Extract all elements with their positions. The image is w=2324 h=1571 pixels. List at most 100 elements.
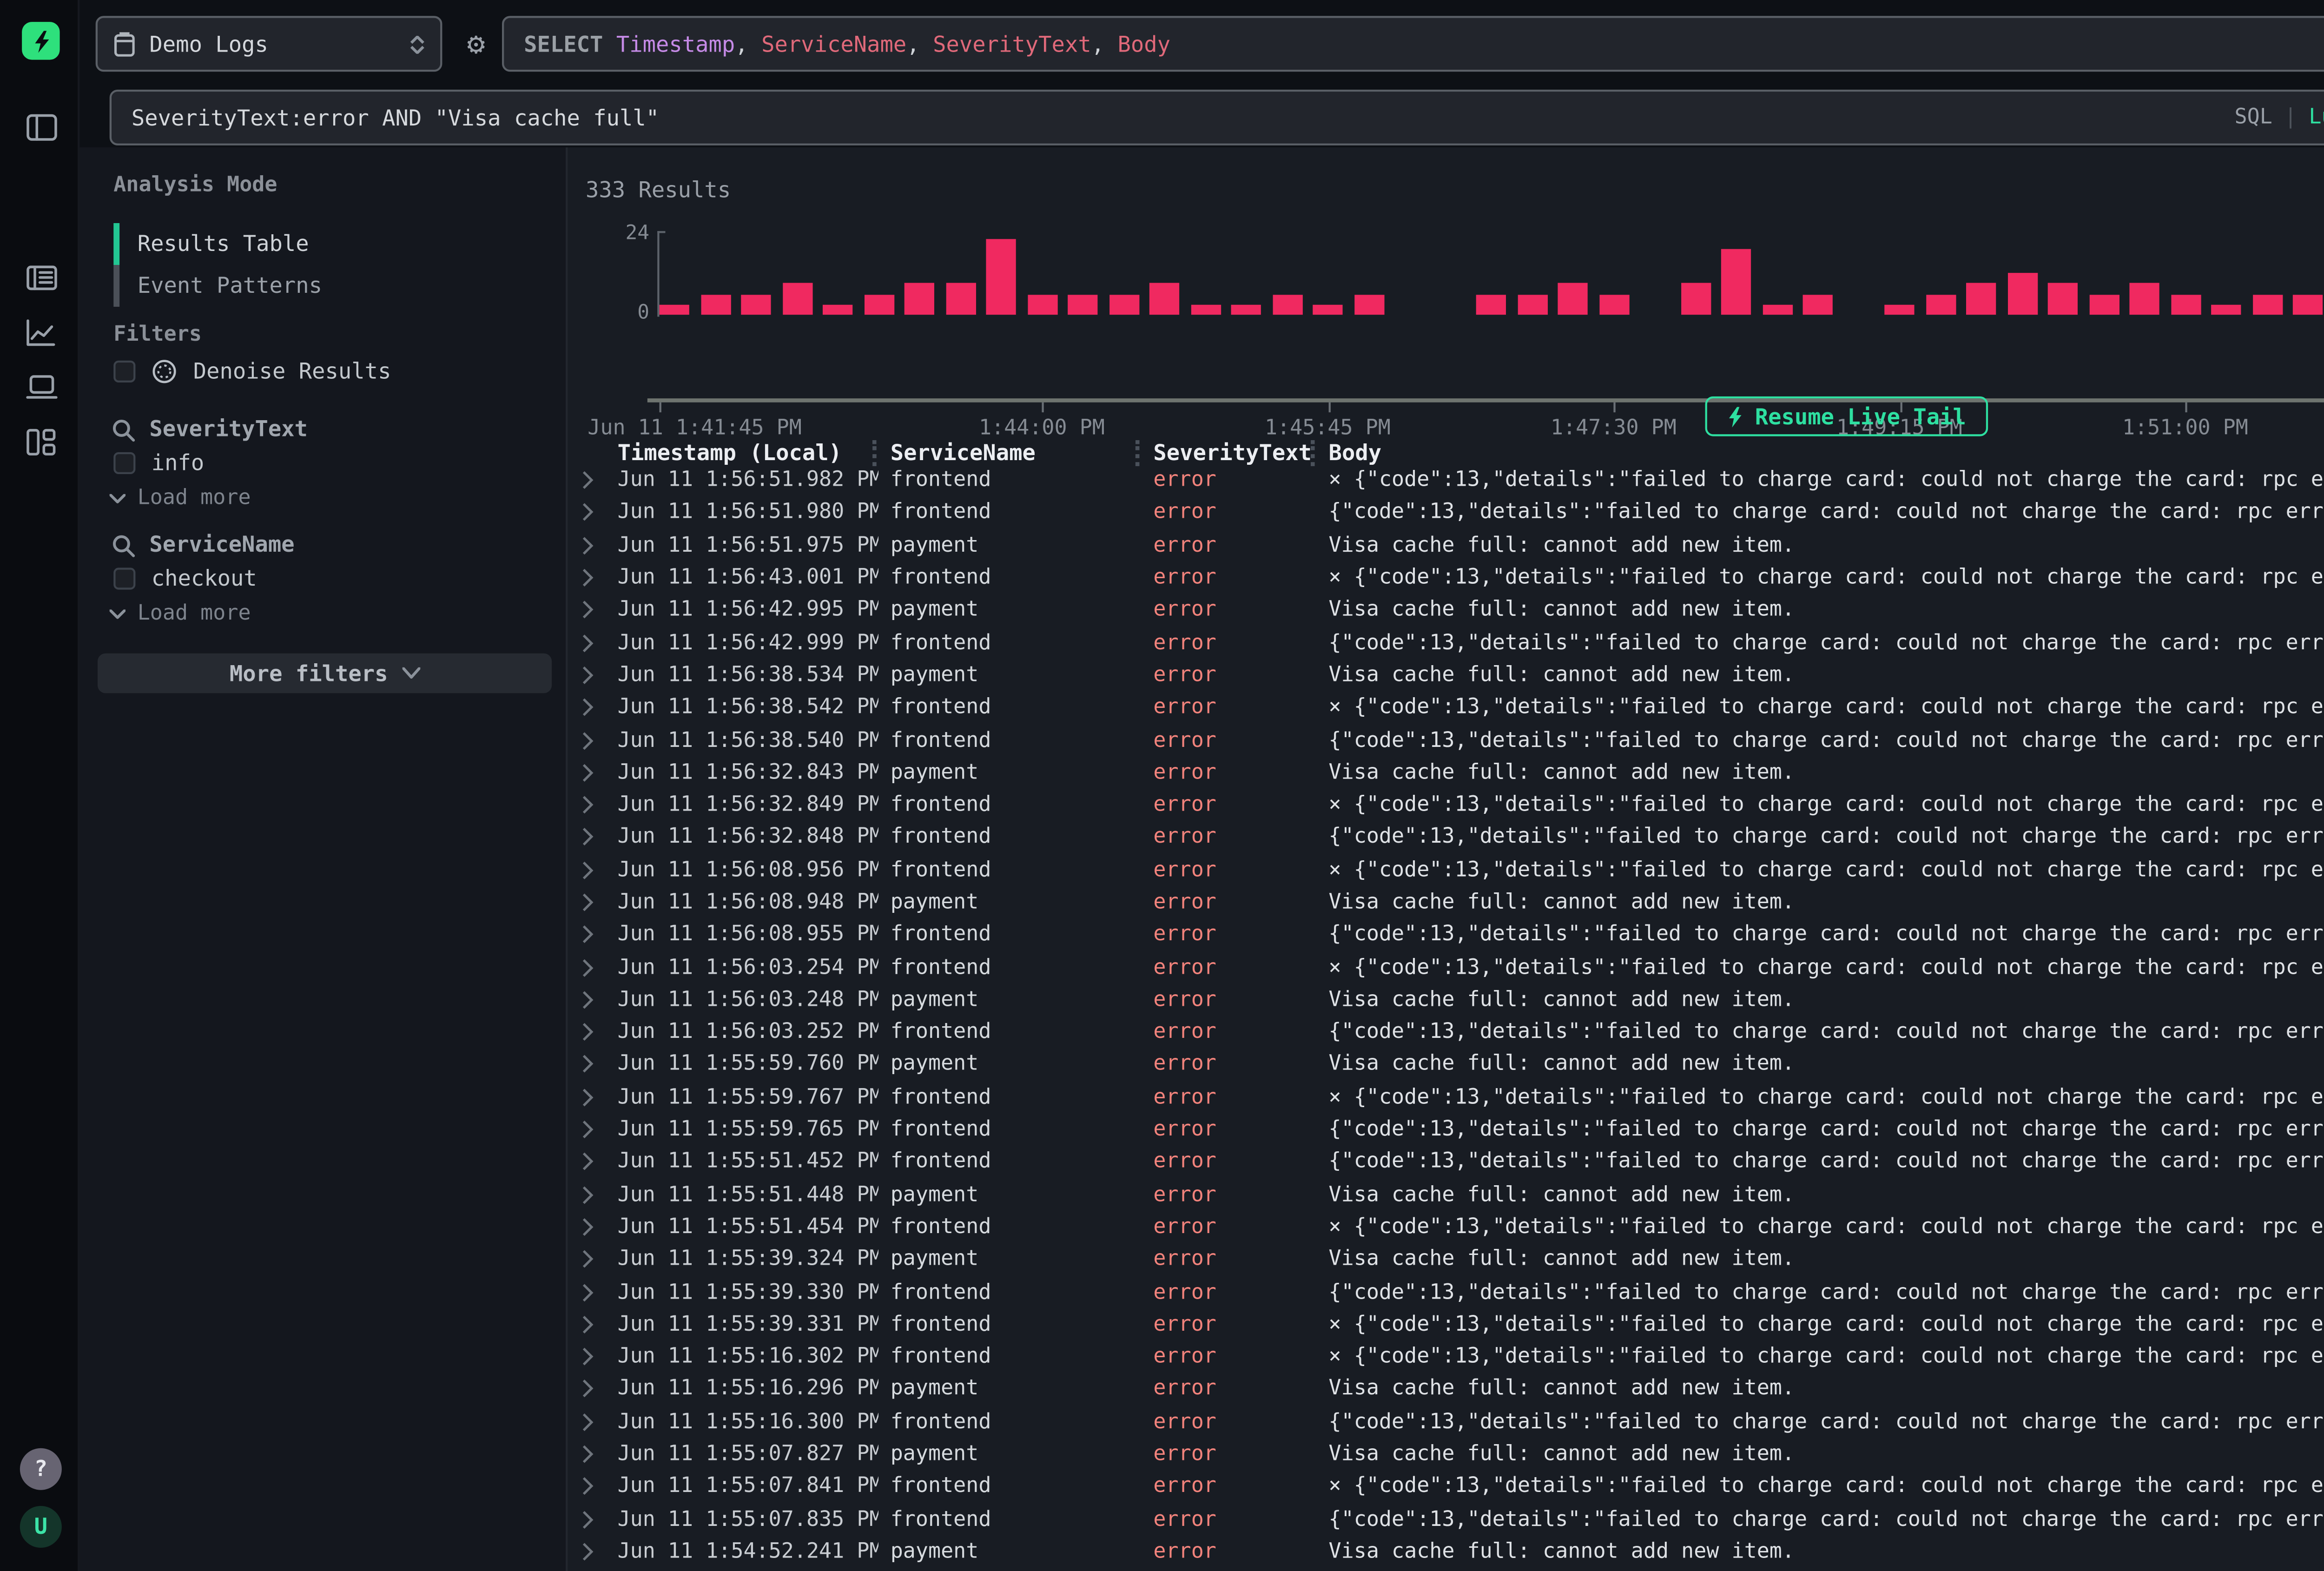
log-row[interactable]: Jun 11 1:55:07.841 PMfrontenderror× {"co… <box>581 1471 2324 1503</box>
lucene-mode-option[interactable]: Lucene <box>2309 106 2324 129</box>
gear-icon[interactable]: ⚙ <box>458 26 494 62</box>
help-button[interactable]: ? <box>20 1448 62 1490</box>
log-row[interactable]: Jun 11 1:54:52.241 PMpaymenterrorVisa ca… <box>581 1535 2324 1568</box>
row-expand-chevron-icon[interactable] <box>581 665 605 685</box>
row-expand-chevron-icon[interactable] <box>581 892 605 912</box>
row-expand-chevron-icon[interactable] <box>581 957 605 977</box>
filter-option-info[interactable]: info <box>113 450 204 476</box>
row-expand-chevron-icon[interactable] <box>581 1120 605 1140</box>
row-expand-chevron-icon[interactable] <box>581 860 605 880</box>
col-timestamp[interactable]: Timestamp (Local) <box>606 439 878 465</box>
log-row[interactable]: Jun 11 1:56:03.252 PMfrontenderror{"code… <box>581 1016 2324 1049</box>
col-servicename[interactable]: ServiceName <box>878 439 1142 465</box>
row-expand-chevron-icon[interactable] <box>581 1087 605 1107</box>
row-expand-chevron-icon[interactable] <box>581 1249 605 1269</box>
log-row[interactable]: Jun 11 1:56:51.982 PMfrontenderror× {"co… <box>581 464 2324 497</box>
row-expand-chevron-icon[interactable] <box>581 827 605 847</box>
select-query-input[interactable]: SELECT Timestamp, ServiceName, SeverityT… <box>502 16 2324 72</box>
log-row[interactable]: Jun 11 1:56:32.849 PMfrontenderror× {"co… <box>581 789 2324 821</box>
log-row[interactable]: Jun 11 1:56:38.534 PMpaymenterrorVisa ca… <box>581 659 2324 692</box>
log-row[interactable]: Jun 11 1:55:51.448 PMpaymenterrorVisa ca… <box>581 1178 2324 1211</box>
chart-icon[interactable] <box>24 315 58 349</box>
row-expand-chevron-icon[interactable] <box>581 795 605 815</box>
row-expand-chevron-icon[interactable] <box>581 990 605 1010</box>
log-row[interactable]: Jun 11 1:56:08.948 PMpaymenterrorVisa ca… <box>581 886 2324 919</box>
row-expand-chevron-icon[interactable] <box>581 633 605 653</box>
log-row[interactable]: Jun 11 1:55:59.760 PMpaymenterrorVisa ca… <box>581 1049 2324 1081</box>
row-expand-chevron-icon[interactable] <box>581 1022 605 1042</box>
col-severitytext[interactable]: SeverityText <box>1142 439 1317 465</box>
log-row[interactable]: Jun 11 1:56:08.955 PMfrontenderror{"code… <box>581 918 2324 951</box>
logs-icon[interactable] <box>24 261 58 295</box>
facet-severitytext[interactable]: SeverityText <box>112 416 308 442</box>
source-select[interactable]: Demo Logs <box>96 16 442 72</box>
sidebar-toggle-icon[interactable] <box>24 110 58 144</box>
row-expand-chevron-icon[interactable] <box>581 470 605 490</box>
row-expand-chevron-icon[interactable] <box>581 925 605 945</box>
row-expand-chevron-icon[interactable] <box>581 600 605 620</box>
log-row[interactable]: Jun 11 1:56:32.843 PMpaymenterrorVisa ca… <box>581 756 2324 789</box>
dashboard-icon[interactable] <box>24 424 58 458</box>
load-more-servicename[interactable]: Load more <box>110 601 251 625</box>
log-row[interactable]: Jun 11 1:55:07.835 PMfrontenderror{"code… <box>581 1503 2324 1536</box>
denoise-results-row[interactable]: Denoise Results <box>113 358 391 384</box>
row-expand-chevron-icon[interactable] <box>581 1314 605 1334</box>
row-expand-chevron-icon[interactable] <box>581 1509 605 1529</box>
log-row[interactable]: Jun 11 1:56:03.254 PMfrontenderror× {"co… <box>581 951 2324 984</box>
filter-option-checkout[interactable]: checkout <box>113 566 257 592</box>
log-row[interactable]: Jun 11 1:56:03.248 PMpaymenterrorVisa ca… <box>581 984 2324 1016</box>
row-expand-chevron-icon[interactable] <box>581 1542 605 1562</box>
user-avatar[interactable]: U <box>20 1506 62 1548</box>
row-expand-chevron-icon[interactable] <box>581 568 605 588</box>
sql-mode-option[interactable]: SQL <box>2235 106 2272 129</box>
log-row[interactable]: Jun 11 1:56:32.848 PMfrontenderror{"code… <box>581 821 2324 854</box>
language-toggle[interactable]: SQL | Lucene <box>2235 106 2324 129</box>
row-expand-chevron-icon[interactable] <box>581 1217 605 1237</box>
log-row[interactable]: Jun 11 1:55:59.767 PMfrontenderror× {"co… <box>581 1081 2324 1114</box>
info-checkbox[interactable] <box>113 452 135 474</box>
log-row[interactable]: Jun 11 1:56:38.542 PMfrontenderror× {"co… <box>581 691 2324 724</box>
log-row[interactable]: Jun 11 1:55:39.324 PMpaymenterrorVisa ca… <box>581 1243 2324 1276</box>
mode-event-patterns[interactable]: Event Patterns <box>113 265 532 307</box>
log-row[interactable]: Jun 11 1:55:39.331 PMfrontenderror× {"co… <box>581 1308 2324 1340</box>
more-filters-button[interactable]: More filters <box>98 653 552 693</box>
row-expand-chevron-icon[interactable] <box>581 1152 605 1172</box>
facet-servicename[interactable]: ServiceName <box>112 532 295 558</box>
row-expand-chevron-icon[interactable] <box>581 503 605 523</box>
load-more-severitytext[interactable]: Load more <box>110 486 251 510</box>
row-expand-chevron-icon[interactable] <box>581 1477 605 1497</box>
row-expand-chevron-icon[interactable] <box>581 1347 605 1367</box>
row-expand-chevron-icon[interactable] <box>581 698 605 718</box>
search-input[interactable]: SeverityText:error AND "Visa cache full"… <box>110 90 2324 145</box>
log-row[interactable]: Jun 11 1:55:39.330 PMfrontenderror{"code… <box>581 1276 2324 1308</box>
row-expand-chevron-icon[interactable] <box>581 1380 605 1399</box>
log-row[interactable]: Jun 11 1:56:43.001 PMfrontenderror× {"co… <box>581 561 2324 594</box>
app-logo[interactable] <box>22 22 59 59</box>
row-expand-chevron-icon[interactable] <box>581 1444 605 1464</box>
log-row[interactable]: Jun 11 1:55:51.454 PMfrontenderror× {"co… <box>581 1211 2324 1243</box>
log-row[interactable]: Jun 11 1:56:51.975 PMpaymenterrorVisa ca… <box>581 529 2324 561</box>
row-expand-chevron-icon[interactable] <box>581 763 605 783</box>
checkout-checkbox[interactable] <box>113 568 135 589</box>
row-expand-chevron-icon[interactable] <box>581 1412 605 1432</box>
log-row[interactable]: Jun 11 1:56:51.980 PMfrontenderror{"code… <box>581 496 2324 529</box>
row-expand-chevron-icon[interactable] <box>581 1282 605 1302</box>
log-row[interactable]: Jun 11 1:56:38.540 PMfrontenderror{"code… <box>581 724 2324 756</box>
row-expand-chevron-icon[interactable] <box>581 1055 605 1075</box>
row-expand-chevron-icon[interactable] <box>581 535 605 555</box>
mode-results-table[interactable]: Results Table <box>113 223 532 265</box>
log-row[interactable]: Jun 11 1:56:42.999 PMfrontenderror{"code… <box>581 627 2324 659</box>
log-row[interactable]: Jun 11 1:55:16.302 PMfrontenderror× {"co… <box>581 1340 2324 1373</box>
log-row[interactable]: Jun 11 1:55:16.300 PMfrontenderror{"code… <box>581 1406 2324 1438</box>
resume-live-tail-button[interactable]: Resume Live Tail <box>1705 396 1988 436</box>
col-body[interactable]: Body <box>1317 439 2324 465</box>
row-expand-chevron-icon[interactable] <box>581 1185 605 1205</box>
row-expand-chevron-icon[interactable] <box>581 730 605 750</box>
log-row[interactable]: Jun 11 1:55:51.452 PMfrontenderror{"code… <box>581 1146 2324 1178</box>
log-row[interactable]: Jun 11 1:55:16.296 PMpaymenterrorVisa ca… <box>581 1373 2324 1406</box>
log-row[interactable]: Jun 11 1:55:07.827 PMpaymenterrorVisa ca… <box>581 1438 2324 1471</box>
log-row[interactable]: Jun 11 1:56:08.956 PMfrontenderror× {"co… <box>581 854 2324 886</box>
log-row[interactable]: Jun 11 1:55:59.765 PMfrontenderror{"code… <box>581 1113 2324 1146</box>
sessions-icon[interactable] <box>24 370 58 404</box>
denoise-checkbox[interactable] <box>113 361 135 383</box>
